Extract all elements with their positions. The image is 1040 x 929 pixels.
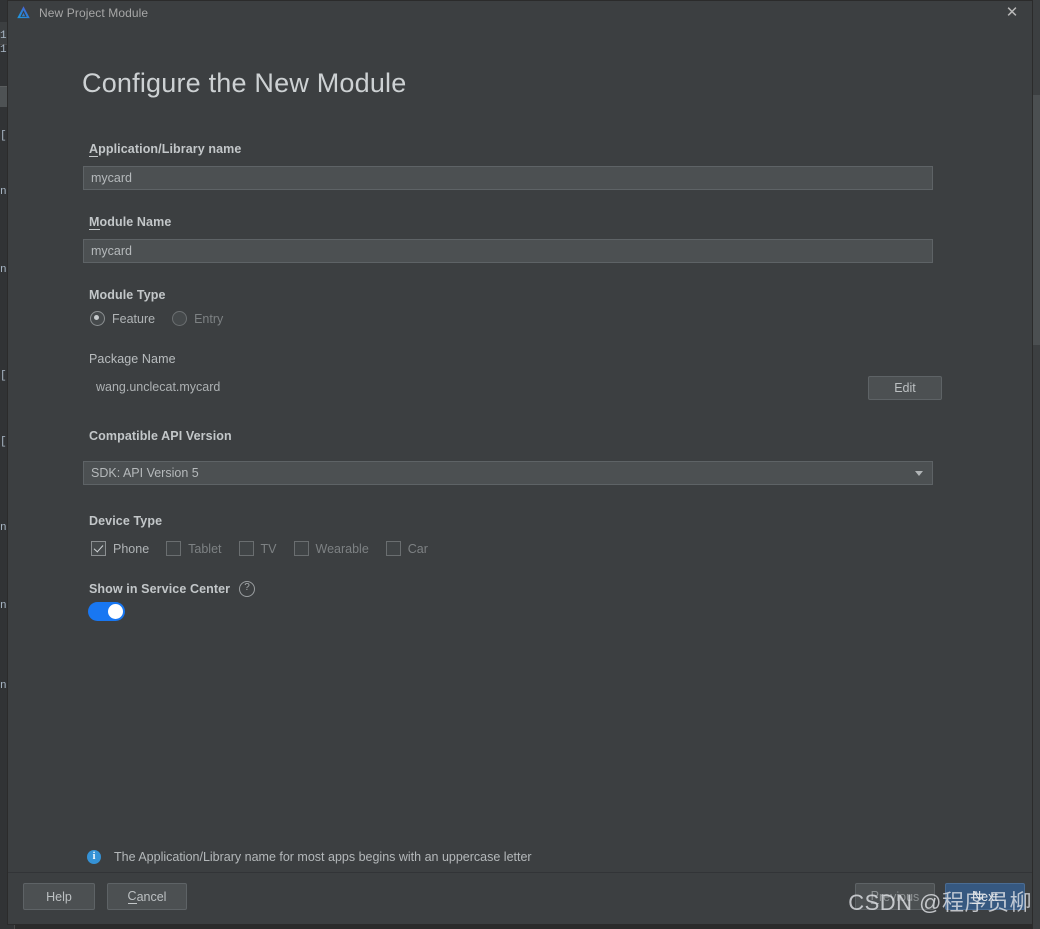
dialog-body: Configure the New Module Application/Lib…: [8, 24, 1032, 875]
edit-package-button[interactable]: Edit: [868, 376, 942, 400]
radio-feature[interactable]: Feature: [90, 311, 155, 326]
app-name-label: Application/Library name: [89, 142, 242, 157]
editor-scrollbar[interactable]: [1033, 95, 1040, 345]
checkbox-phone[interactable]: Phone: [91, 541, 149, 556]
previous-button-text: revious: [879, 889, 920, 904]
service-center-label: Show in Service Center: [89, 582, 231, 596]
checkbox-tablet-label: Tablet: [188, 541, 222, 556]
device-type-label: Device Type: [89, 514, 163, 528]
app-name-label-text: pplication/Library name: [98, 142, 242, 156]
radio-feature-label: Feature: [112, 311, 156, 326]
page-title: Configure the New Module: [82, 68, 407, 98]
app-name-input[interactable]: [83, 166, 933, 190]
package-name-label: Package Name: [89, 352, 176, 366]
checkbox-tv[interactable]: TV: [238, 541, 277, 556]
module-name-label: Module Name: [89, 215, 172, 230]
dialog-footer: Help Cancel Previous Next: [8, 872, 1032, 924]
module-name-label-text: odule Name: [99, 215, 172, 229]
info-icon: i: [87, 850, 101, 864]
help-button[interactable]: Help: [23, 883, 95, 910]
checkbox-tv-label: TV: [260, 541, 277, 556]
module-type-label: Module Type: [89, 288, 166, 302]
radio-entry[interactable]: Entry: [172, 311, 223, 326]
radio-entry-label: Entry: [194, 311, 224, 326]
close-icon[interactable]: ✕: [998, 2, 1026, 23]
info-message: The Application/Library name for most ap…: [114, 850, 532, 864]
radio-selected-icon: [90, 311, 105, 326]
info-message-row: i The Application/Library name for most …: [87, 850, 532, 864]
dialog-titlebar: New Project Module ✕: [8, 1, 1032, 24]
service-center-toggle[interactable]: [88, 602, 125, 621]
api-version-selected-value: SDK: API Version 5: [91, 466, 199, 480]
radio-unselected-icon: [172, 311, 188, 326]
api-version-label: Compatible API Version: [89, 429, 232, 443]
deveco-triangle-logo-icon: [17, 6, 30, 19]
checkbox-tablet[interactable]: Tablet: [166, 541, 222, 556]
question-mark-icon[interactable]: ?: [239, 581, 255, 597]
api-version-select[interactable]: SDK: API Version 5: [83, 461, 933, 485]
next-button[interactable]: Next: [945, 883, 1025, 910]
device-type-checkbox-group: Phone Tablet TV Wearable Car: [91, 541, 445, 556]
checkbox-wearable[interactable]: Wearable: [293, 541, 369, 556]
toggle-knob: [108, 604, 123, 619]
checkbox-unchecked-icon: [385, 541, 401, 556]
checkbox-phone-label: Phone: [113, 541, 150, 556]
next-button-text: ext: [981, 889, 998, 904]
chevron-down-icon: [915, 470, 923, 476]
checkbox-unchecked-icon: [293, 541, 309, 556]
new-project-module-dialog: New Project Module ✕ Configure the New M…: [7, 0, 1033, 925]
checkbox-car-label: Car: [407, 541, 428, 556]
previous-button[interactable]: Previous: [855, 883, 935, 910]
checkbox-unchecked-icon: [238, 541, 254, 556]
module-name-input[interactable]: [83, 239, 933, 263]
dialog-title: New Project Module: [39, 5, 149, 20]
module-type-radio-group: Feature Entry: [90, 311, 240, 326]
package-name-value: wang.unclecat.mycard: [96, 380, 221, 394]
checkbox-car[interactable]: Car: [385, 541, 428, 556]
checkbox-wearable-label: Wearable: [315, 541, 369, 556]
cancel-button[interactable]: Cancel: [107, 883, 187, 910]
cancel-button-text: ancel: [136, 889, 167, 904]
checkbox-checked-icon: [91, 541, 106, 556]
checkbox-unchecked-icon: [166, 541, 182, 556]
